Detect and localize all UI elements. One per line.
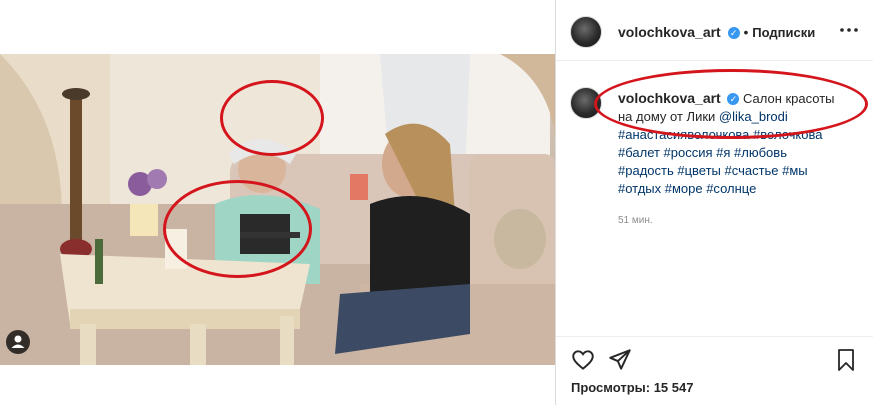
hashtags-line-4[interactable]: #отдых #море #солнце bbox=[618, 181, 756, 196]
dot-separator: • bbox=[743, 24, 753, 40]
annotation-circle-caption bbox=[594, 69, 868, 139]
paper-plane-icon bbox=[609, 349, 631, 370]
save-button[interactable] bbox=[834, 347, 858, 373]
share-button[interactable] bbox=[607, 347, 633, 373]
heart-icon bbox=[572, 350, 594, 370]
like-button[interactable] bbox=[570, 347, 596, 373]
post-header: volochkova_art ✓ • Подписки bbox=[556, 0, 873, 61]
following-button[interactable]: Подписки bbox=[752, 25, 815, 40]
user-tag-icon bbox=[11, 335, 25, 348]
more-options-button[interactable] bbox=[838, 22, 860, 38]
views-count[interactable]: Просмотры: 15 547 bbox=[571, 380, 693, 395]
user-tag-button[interactable] bbox=[6, 330, 30, 354]
bookmark-icon bbox=[838, 349, 854, 371]
hashtags-line-3[interactable]: #радость #цветы #счастье #мы bbox=[618, 163, 808, 178]
author-username[interactable]: volochkova_art bbox=[618, 24, 721, 40]
author-line: volochkova_art ✓ • Подписки bbox=[618, 24, 815, 40]
ellipsis-icon bbox=[840, 28, 858, 32]
author-avatar[interactable] bbox=[570, 16, 602, 48]
verified-badge-icon: ✓ bbox=[727, 27, 740, 39]
actions-divider bbox=[556, 336, 873, 337]
annotation-circle-head bbox=[220, 80, 324, 156]
post-time[interactable]: 51 мин. bbox=[618, 212, 848, 230]
annotation-circle-table bbox=[163, 180, 312, 278]
hashtags-line-2[interactable]: #балет #россия #я #любовь bbox=[618, 145, 787, 160]
post-media-video[interactable] bbox=[0, 54, 555, 365]
